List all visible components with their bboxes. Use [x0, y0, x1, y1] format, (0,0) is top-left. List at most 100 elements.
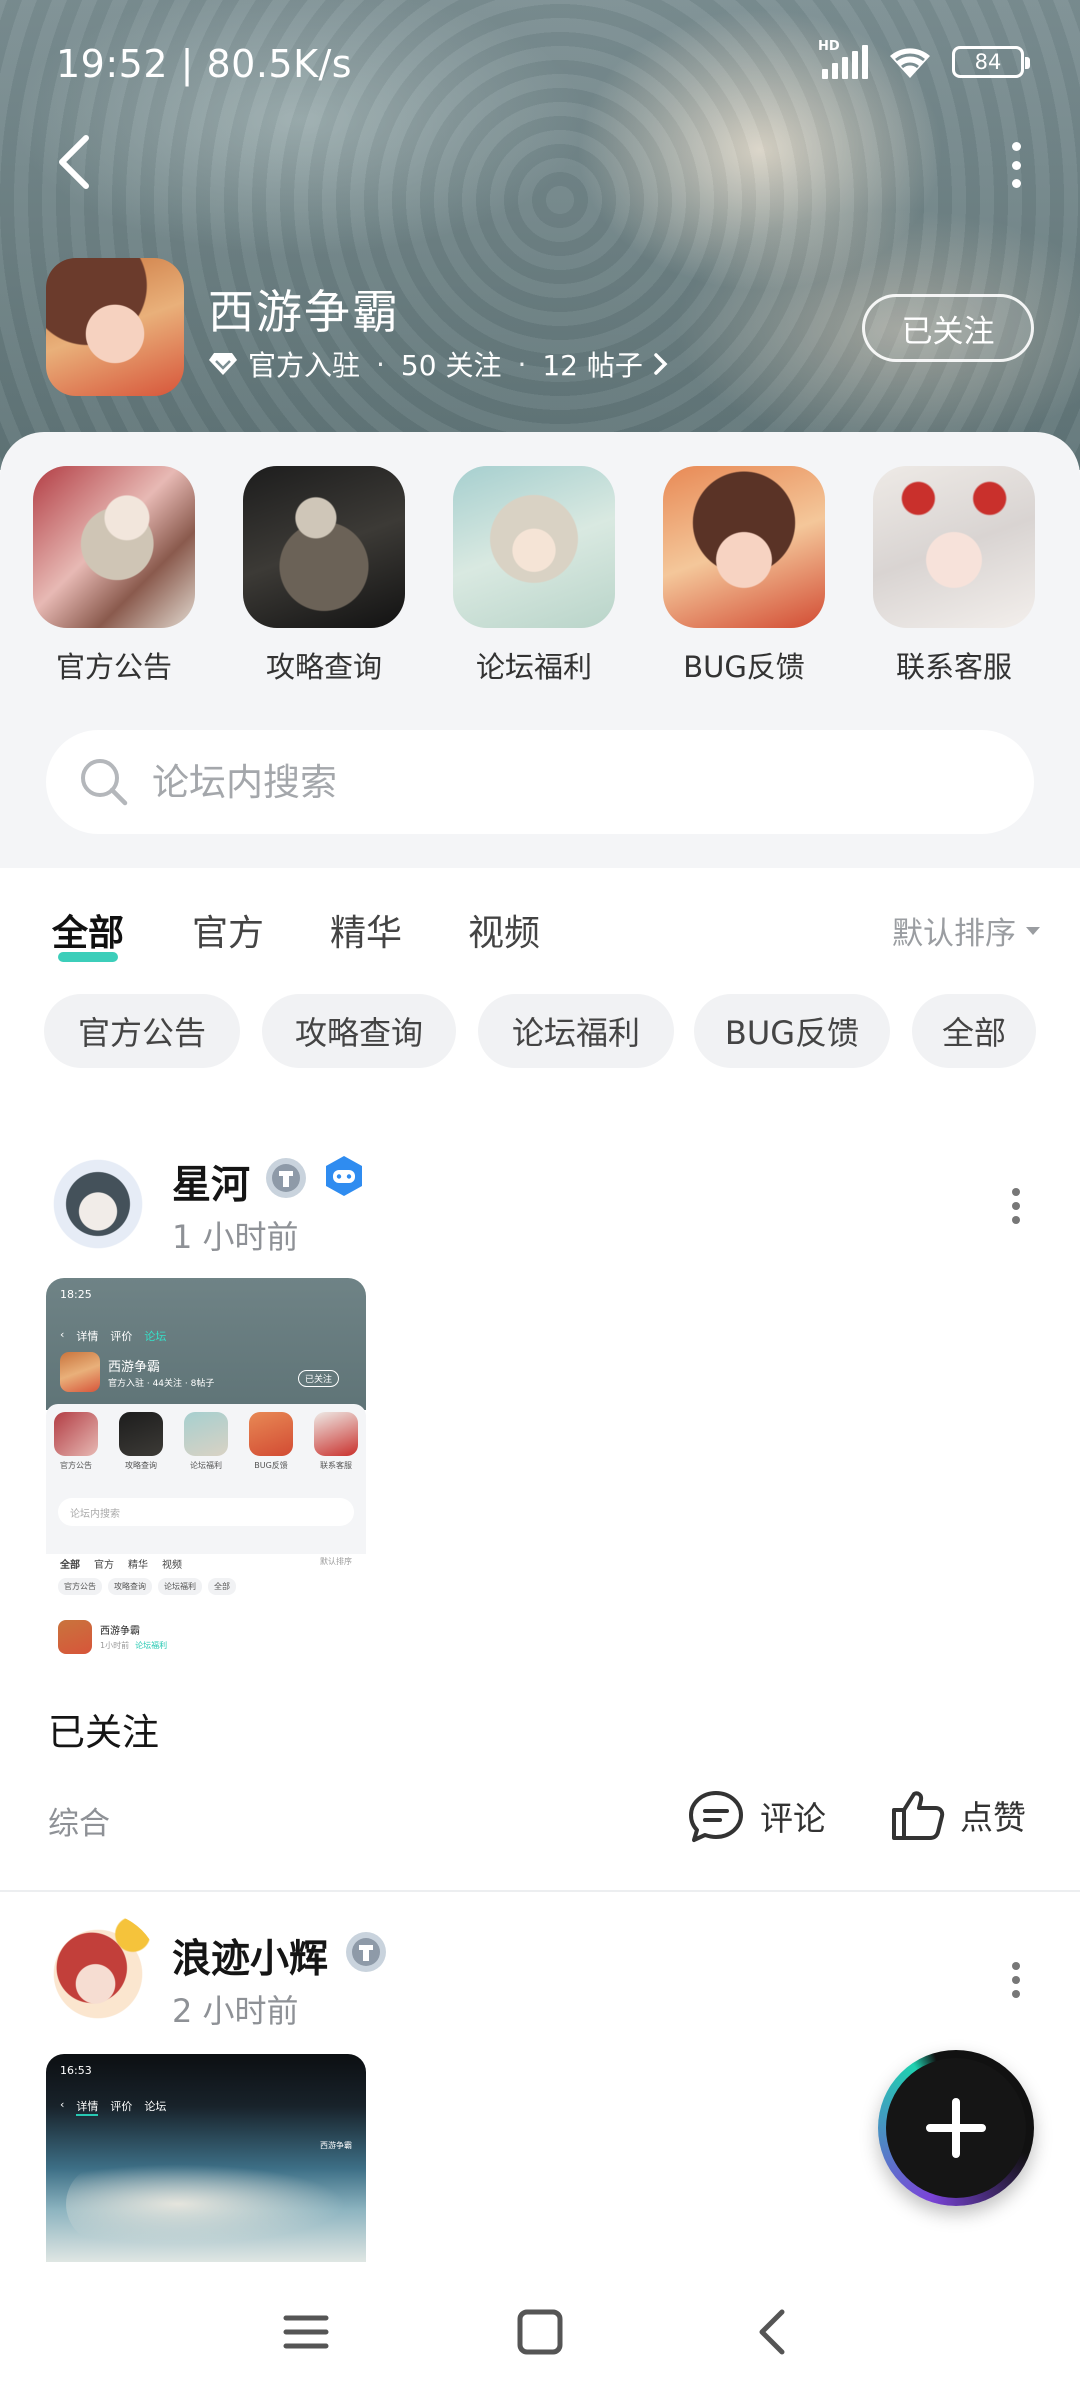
thumb-art	[66, 2164, 346, 2244]
status-time: 19:52 | 80.5K/s	[56, 42, 353, 86]
game-meta[interactable]: 官方入驻 · 50 关注 · 12 帖子	[208, 344, 669, 384]
thumb-entry: 攻略查询	[119, 1412, 163, 1471]
entry-label: 官方公告	[55, 650, 172, 684]
thumb-time: 18:25	[60, 1288, 92, 1301]
thumb-meta: 官方入驻 · 44关注 · 8帖子	[108, 1379, 215, 1389]
thumb-tab: 详情	[76, 2098, 99, 2116]
plus-icon	[926, 2098, 986, 2158]
entry-label: 论坛福利	[475, 650, 592, 684]
thumb-tab: 论坛	[144, 2100, 167, 2113]
comment-icon	[689, 1791, 743, 1842]
followers-count: 50 关注	[400, 349, 502, 382]
post-time: 1 小时前	[172, 1218, 299, 1256]
chip-bug-report[interactable]: BUG反馈	[694, 994, 890, 1068]
post-more-icon[interactable]	[1010, 1962, 1022, 1998]
search-icon	[81, 759, 128, 806]
search-input[interactable]	[152, 760, 932, 804]
game-title: 西游争霸	[208, 285, 400, 339]
thumb-tab: 评价	[110, 1330, 133, 1343]
chip-all[interactable]: 全部	[912, 994, 1036, 1068]
post-card[interactable]: 星河 1 小时前 18:25 ‹ 详情 评价 论坛 西游争霸 官方入驻 · 44…	[0, 1118, 1080, 1890]
author-name[interactable]: 星河	[172, 1154, 250, 1210]
thumb-entry: 联系客服	[314, 1412, 358, 1471]
official-badge: 官方入驻	[248, 349, 361, 382]
battery-level: 84	[974, 50, 1002, 74]
entry-label: BUG反馈	[683, 650, 805, 684]
sort-label: 默认排序	[892, 916, 1016, 952]
tab-featured[interactable]: 精华	[330, 904, 402, 956]
entry-official-notice[interactable]: 官方公告	[14, 466, 214, 686]
more-icon[interactable]	[1008, 142, 1024, 188]
tab-video[interactable]: 视频	[468, 904, 540, 956]
filter-section: 全部 官方 精华 视频 默认排序 官方公告 攻略查询 论坛福利 BUG反馈 全部	[0, 868, 1080, 1118]
caret-down-icon	[1026, 926, 1040, 935]
thumb-entry: 论坛福利	[184, 1412, 228, 1471]
entry-customer-service[interactable]: 联系客服	[854, 466, 1054, 686]
thumb-chips: 官方公告 攻略查询 论坛福利 全部	[58, 1578, 236, 1595]
game-badge-icon	[326, 1156, 362, 1196]
thumb-game-icon	[60, 1352, 100, 1392]
tab-all[interactable]: 全部	[52, 904, 124, 962]
post-text[interactable]: 已关注	[48, 1702, 159, 1756]
entry-label: 攻略查询	[265, 650, 382, 684]
post-image[interactable]: 18:25 ‹ 详情 评价 论坛 西游争霸 官方入驻 · 44关注 · 8帖子 …	[46, 1278, 366, 1660]
quick-entry-panel: 官方公告 攻略查询 论坛福利 BUG反馈 联系客服	[0, 432, 1080, 868]
thumb-entry: BUG反馈	[249, 1412, 293, 1471]
thumb-entry: 官方公告	[54, 1412, 98, 1471]
thumb-post-avatar	[58, 1620, 92, 1654]
level-badge-icon	[346, 1932, 386, 1972]
entry-label: 联系客服	[895, 650, 1012, 684]
thumb-search: 论坛内搜索	[58, 1498, 354, 1526]
create-post-button[interactable]	[878, 2050, 1034, 2206]
back-icon[interactable]	[52, 132, 100, 192]
status-bar: 19:52 | 80.5K/s HD 84	[0, 0, 1080, 120]
like-button[interactable]: 点赞	[890, 1788, 1026, 1842]
thumb-game-name: 西游争霸	[108, 1360, 161, 1375]
thumb-entries: 官方公告 攻略查询 论坛福利 BUG反馈 联系客服	[54, 1412, 358, 1471]
signal-icon: HD	[818, 39, 868, 79]
entry-thumb	[873, 466, 1035, 628]
wifi-icon	[890, 48, 930, 78]
post-category: 综合	[48, 1806, 110, 1842]
follow-button[interactable]: 已关注	[862, 294, 1034, 362]
chip-strategy[interactable]: 攻略查询	[262, 994, 456, 1068]
thumb-tabs: ‹ 详情 评价 论坛	[60, 1328, 166, 1344]
avatar[interactable]	[36, 1912, 160, 2036]
entry-strategy[interactable]: 攻略查询	[224, 466, 424, 686]
chip-forum-benefits[interactable]: 论坛福利	[478, 994, 674, 1068]
menu-icon[interactable]	[276, 2302, 336, 2362]
tab-official[interactable]: 官方	[192, 904, 264, 956]
thumb-tab: 评价	[110, 2100, 133, 2113]
post-more-icon[interactable]	[1010, 1188, 1022, 1224]
post-time: 2 小时前	[172, 1992, 299, 2030]
entry-thumb	[453, 466, 615, 628]
thumb-follow: 已关注	[298, 1370, 340, 1387]
thumb-post-meta: 1小时前 论坛福利	[100, 1641, 168, 1650]
comment-label: 评论	[760, 1799, 826, 1838]
sort-dropdown[interactable]: 默认排序	[892, 908, 1042, 953]
battery-icon: 84	[952, 46, 1030, 78]
diamond-icon	[209, 353, 237, 375]
entry-forum-benefits[interactable]: 论坛福利	[434, 466, 634, 686]
system-nav-bar	[0, 2262, 1080, 2400]
thumb-corner-text: 西游争霸	[320, 2141, 352, 2150]
thumb-tabs: ‹ 详情 评价 论坛	[60, 2098, 166, 2116]
thumb-back-icon: ‹	[60, 1328, 65, 1341]
like-label: 点赞	[960, 1798, 1026, 1837]
thumb-filter-tabs: 全部 官方 精华 视频 默认排序	[60, 1557, 352, 1571]
avatar[interactable]	[36, 1142, 160, 1266]
comment-button[interactable]: 评论	[686, 1788, 826, 1844]
thumb-time: 16:53	[60, 2064, 92, 2077]
search-bar[interactable]	[46, 730, 1034, 834]
nav-back-icon[interactable]	[744, 2302, 804, 2362]
chevron-right-icon	[654, 353, 668, 375]
hd-label: HD	[818, 39, 840, 54]
author-name[interactable]: 浪迹小辉	[172, 1928, 328, 1984]
home-square-icon[interactable]	[510, 2302, 570, 2362]
entry-bug-report[interactable]: BUG反馈	[644, 466, 844, 686]
post-image[interactable]: 16:53 ‹ 详情 评价 论坛 西游争霸	[46, 2054, 366, 2262]
entry-thumb	[663, 466, 825, 628]
status-icons: HD 84	[818, 39, 1030, 84]
chip-official-notice[interactable]: 官方公告	[44, 994, 240, 1068]
entry-thumb	[243, 466, 405, 628]
